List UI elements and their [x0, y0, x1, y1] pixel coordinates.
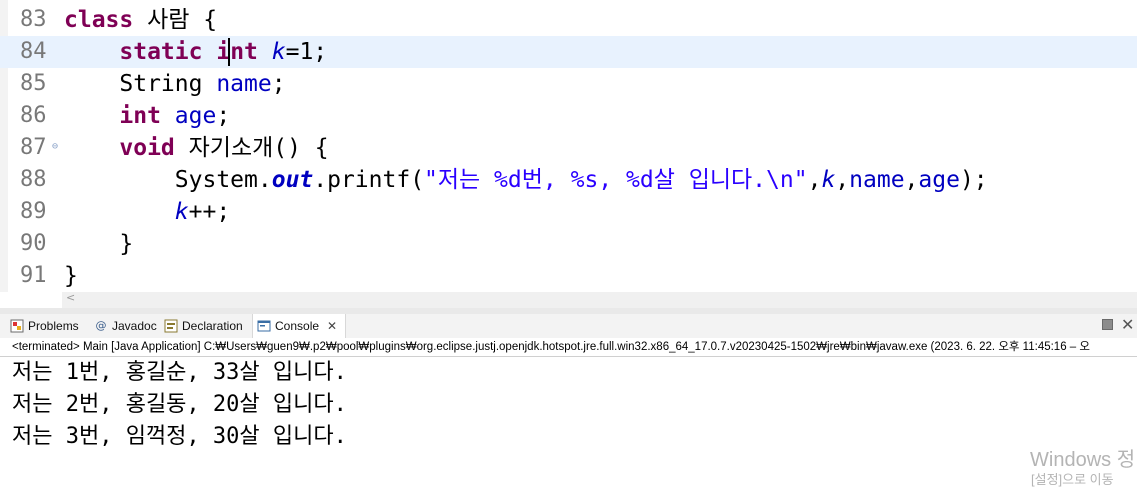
line-number: 87 [20, 135, 47, 160]
code-text: void 자기소개() { [119, 135, 329, 161]
code-editor[interactable]: 83 class 사람 {84 static int k=1; 85 String … [0, 0, 1137, 308]
line-number: 88 [20, 167, 47, 192]
code-text: class 사람 { [64, 7, 218, 33]
line-number: 89 [20, 199, 47, 224]
tab-declaration[interactable]: Declaration [164, 314, 243, 338]
line-number: 91 [20, 263, 47, 288]
code-text: static int k=1; [119, 39, 328, 65]
close-icon[interactable]: ✕ [327, 314, 337, 338]
tab-console[interactable]: Console ✕ [252, 314, 347, 338]
launch-info: <terminated> Main [Java Application] C:₩… [12, 341, 1090, 353]
code-line[interactable]: 91} [0, 260, 1137, 292]
tab-javadoc[interactable]: @ Javadoc [94, 314, 157, 338]
code-line[interactable]: 86 int age; [0, 100, 1137, 132]
code-line[interactable]: 87 ⊖ void 자기소개() { [0, 132, 1137, 164]
problems-icon [10, 319, 24, 333]
console-icon [257, 319, 271, 333]
minimize-icon[interactable] [1102, 319, 1113, 330]
code-text: System.out.printf("저는 %d번, %s, %d살 입니다.\… [64, 167, 988, 193]
tab-label: Console [275, 319, 320, 333]
console-line: 저는 1번, 홍길순, 33살 입니다. [12, 360, 347, 385]
windows-activation-watermark: Windows 정 [1030, 449, 1136, 471]
console-output[interactable]: 저는 1번, 홍길순, 33살 입니다. 저는 2번, 홍길동, 20살 입니다… [0, 357, 1137, 492]
code-line[interactable]: 84 static int k=1; [0, 36, 1137, 68]
code-text: k++; [174, 199, 231, 225]
code-line[interactable]: 90 } [0, 228, 1137, 260]
line-number: 90 [20, 231, 47, 256]
line-number: 85 [20, 71, 47, 96]
code-text: String name; [64, 71, 286, 97]
view-tab-bar: Problems @ Javadoc Declaration Console ✕ [0, 314, 1137, 338]
tab-problems[interactable]: Problems [10, 314, 79, 338]
code-text: } [64, 231, 134, 257]
scroll-left-icon[interactable]: < [66, 291, 75, 304]
code-line[interactable]: 85 String name; [0, 68, 1137, 100]
tab-label: Declaration [182, 319, 243, 333]
maximize-icon[interactable]: ✕ [1121, 315, 1134, 334]
code-text: } [64, 263, 78, 289]
console-line: 저는 2번, 홍길동, 20살 입니다. [12, 392, 347, 417]
tab-label: Problems [28, 319, 79, 333]
line-number: 83 [20, 7, 47, 32]
fold-toggle-icon[interactable]: ⊖ [52, 141, 58, 152]
code-line[interactable]: 88 System.out.printf("저는 %d번, %s, %d살 입니… [0, 164, 1137, 196]
code-line[interactable]: 89 k++; [0, 196, 1137, 228]
code-line[interactable]: 83 class 사람 { [0, 4, 1137, 36]
text-caret [228, 38, 230, 66]
line-number: 86 [20, 103, 47, 128]
line-number: 84 [20, 39, 47, 64]
windows-activation-hint: [설정]으로 이동 [1031, 472, 1114, 487]
code-text: int age; [119, 103, 231, 129]
declaration-icon [164, 319, 178, 333]
tab-label: Javadoc [112, 319, 157, 333]
javadoc-icon: @ [95, 319, 107, 332]
horizontal-scrollbar[interactable]: < [62, 291, 1137, 308]
console-line: 저는 3번, 임꺽정, 30살 입니다. [12, 424, 347, 449]
